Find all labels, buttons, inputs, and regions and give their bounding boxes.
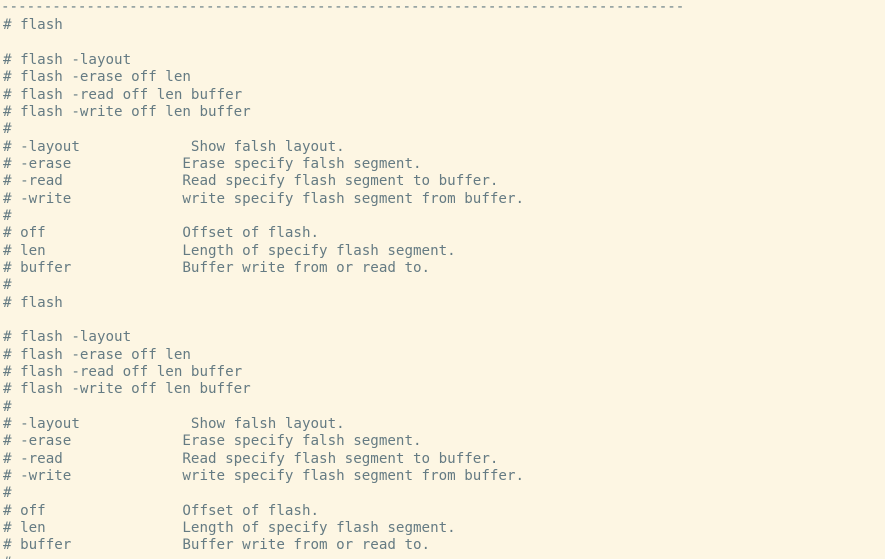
comment-line: # flash -write off len buffer <box>3 381 251 398</box>
comment-line: # -layout Show falsh layout. <box>3 415 345 432</box>
comment-line: # off Offset of flash. <box>3 225 320 242</box>
comment-line: # <box>3 398 12 415</box>
comment-line: # <box>3 485 12 502</box>
comment-line: # flash -erase off len <box>3 69 191 86</box>
comment-line: # flash -read off len buffer <box>3 86 243 103</box>
terminal-text-view[interactable]: ----------------------------------------… <box>0 0 885 559</box>
comment-line: # <box>3 121 12 138</box>
comment-line: # -erase Erase specify falsh segment. <box>3 155 422 172</box>
comment-line: # len Length of specify flash segment. <box>3 519 456 536</box>
comment-line: # -read Read specify flash segment to bu… <box>3 450 499 467</box>
comment-line: # <box>0 555 885 559</box>
comment-line: # <box>3 207 12 224</box>
comment-line: # <box>3 277 12 294</box>
comment-line: # -read Read specify flash segment to bu… <box>3 173 499 190</box>
comment-line: # flash -layout <box>3 51 132 68</box>
comment-line: # -erase Erase specify falsh segment. <box>3 433 422 450</box>
comment-line: # -write write specify flash segment fro… <box>3 190 525 207</box>
comment-line: # flash <box>3 294 63 311</box>
comment-line: # flash -erase off len <box>3 346 191 363</box>
comment-line: # flash <box>3 17 63 34</box>
comment-line: # flash -write off len buffer <box>3 103 251 120</box>
comment-line: # flash -read off len buffer <box>3 363 243 380</box>
comment-line: # off Offset of flash. <box>3 502 320 519</box>
comment-line: # -layout Show falsh layout. <box>3 138 345 155</box>
comment-line: # -write write specify flash segment fro… <box>3 467 525 484</box>
comment-line: # buffer Buffer write from or read to. <box>3 537 431 554</box>
comment-line: # flash -layout <box>3 329 132 346</box>
comment-line: # buffer Buffer write from or read to. <box>3 259 431 276</box>
comment-line: # len Length of specify flash segment. <box>3 242 456 259</box>
horizontal-rule-line: ----------------------------------------… <box>1 0 685 15</box>
